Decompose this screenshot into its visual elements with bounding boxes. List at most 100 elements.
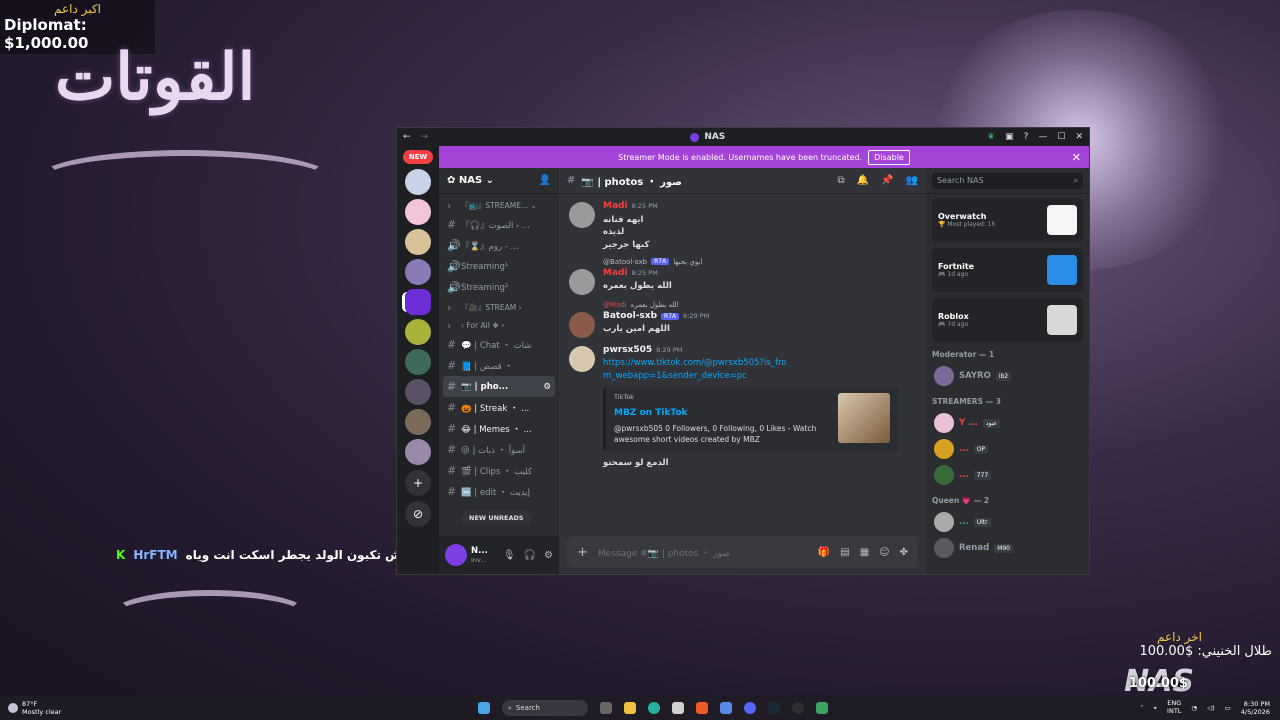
server-icon[interactable] [405, 409, 431, 435]
location-icon[interactable]: ⌖ [1153, 704, 1157, 713]
app-icon-green[interactable] [816, 702, 828, 714]
channel-category[interactable]: › 『🎥』STREAM › [443, 298, 555, 316]
guild-header[interactable]: ✿ NAS ⌄ 👤 [439, 168, 559, 194]
headphones-icon[interactable]: 🎧 [524, 550, 536, 561]
new-unreads-pill[interactable]: NEW UNREADS [461, 511, 532, 525]
maximize-button[interactable]: ☐ [1057, 132, 1065, 142]
member-item[interactable]: ... Ultr [932, 509, 1083, 535]
member-item[interactable]: Renad M90 [932, 535, 1083, 561]
disable-button[interactable]: Disable [868, 149, 910, 165]
avatar[interactable] [569, 345, 595, 372]
channel-item[interactable]: 🔊 Streaming¹ [443, 256, 555, 277]
snip-icon[interactable] [720, 702, 732, 714]
channel-item[interactable]: # 🆒 | edit ・ إيديت [443, 481, 555, 502]
server-icon[interactable] [405, 289, 431, 315]
server-icon[interactable] [405, 169, 431, 195]
taskbar-search[interactable]: ⌕ Search [502, 700, 588, 716]
members-icon[interactable]: 👥 [906, 175, 918, 186]
channel-category[interactable]: › ‹ For All ❖ › [443, 316, 555, 334]
battery-icon[interactable]: ▭ [1225, 704, 1231, 712]
file-explorer-icon[interactable] [624, 702, 636, 714]
activity-card[interactable]: Roblox 🎮 7d ago [932, 298, 1083, 342]
channel-item[interactable]: 🔊 『⌛』روم - ... [443, 235, 555, 256]
member-item[interactable]: Y ... عبود [932, 410, 1083, 436]
gear-icon[interactable]: ⚙ [544, 550, 553, 561]
channel-item[interactable]: 🔊 Streaming² [443, 277, 555, 298]
discord-icon[interactable] [744, 702, 756, 714]
channel-item[interactable]: # 『🎧』الصوت - ... [443, 214, 555, 235]
channel-item[interactable]: # 💬 | Chat ・ شات [443, 334, 555, 355]
server-icon[interactable] [405, 379, 431, 405]
minimize-button[interactable]: — [1038, 132, 1047, 142]
threads-icon[interactable]: ⧉ [838, 175, 845, 186]
server-icon[interactable] [405, 199, 431, 225]
leaf-icon[interactable]: ❦ [988, 132, 996, 142]
sticker-icon[interactable]: ▦ [860, 547, 869, 558]
member-item[interactable]: ... OP [932, 436, 1083, 462]
clock[interactable]: 8:30 PM 4/5/2026 [1241, 700, 1270, 717]
language-indicator[interactable]: ENG INTL [1167, 699, 1181, 716]
channel-item[interactable]: # 😂 | Memes ・ ... [443, 418, 555, 439]
gift-icon[interactable]: 🎁 [818, 547, 830, 558]
brave-icon[interactable] [696, 702, 708, 714]
message-author[interactable]: pwrsx505 [603, 345, 652, 355]
banner-close-icon[interactable]: ✕ [1072, 151, 1081, 164]
plus-icon[interactable]: + [577, 545, 588, 560]
invite-icon[interactable]: 👤 [539, 175, 551, 186]
volume-icon[interactable]: ◁) [1207, 704, 1215, 712]
channel-item[interactable]: # 😜 | أسوأ ・ ذبات [443, 439, 555, 460]
message-input[interactable]: Message #📷 | photos ・ صور [598, 546, 730, 559]
channel-item[interactable]: # 📘 | قصص ・ [443, 355, 555, 376]
message-link[interactable]: https://www.tiktok.com/@pwrsxb505?is_fro… [603, 357, 793, 383]
server-icon[interactable] [405, 229, 431, 255]
inbox-icon[interactable]: ▣ [1005, 132, 1014, 142]
discover-button[interactable]: ⊘ [405, 501, 431, 527]
server-icon[interactable] [405, 259, 431, 285]
search-input[interactable]: Search NAS ⌕ [932, 172, 1083, 189]
reply-preview[interactable]: @Madi الله يطول بعمره [603, 301, 916, 309]
server-icon[interactable] [405, 439, 431, 465]
message-author[interactable]: Batool-sxb [603, 311, 657, 321]
mic-icon[interactable]: 🎙 [503, 550, 516, 561]
close-button[interactable]: ✕ [1075, 132, 1083, 142]
member-item[interactable]: SAYRO ib2 [932, 363, 1083, 389]
help-icon[interactable]: ? [1024, 132, 1029, 142]
channel-item[interactable]: # 📷 | pho... ⚙ [443, 376, 555, 397]
windows-start-icon[interactable] [478, 702, 490, 714]
wifi-icon[interactable]: ◔ [1191, 704, 1197, 712]
obs-icon[interactable] [792, 702, 804, 714]
embed-thumbnail[interactable] [838, 392, 890, 443]
activity-card[interactable]: Fortnite 🎮 1d ago [932, 248, 1083, 292]
store-icon[interactable] [672, 702, 684, 714]
server-icon[interactable] [405, 319, 431, 345]
avatar[interactable] [569, 268, 595, 295]
reply-preview[interactable]: @Batool-sxb R7A ابوي يحبها [603, 258, 916, 266]
add-server-button[interactable]: + [405, 470, 431, 496]
task-view-icon[interactable] [600, 702, 612, 714]
channel-item[interactable]: # 🎃 | Streak ・ ... [443, 397, 555, 418]
embed-title[interactable]: MBZ on TikTok [614, 407, 832, 421]
back-icon[interactable]: ← [403, 132, 411, 142]
apps-icon[interactable]: ✤ [900, 547, 908, 558]
activity-card[interactable]: Overwatch 🏆 Most played: 1h [932, 198, 1083, 242]
channel-item[interactable]: # 🎬 | Clips ・ كليب [443, 460, 555, 481]
emoji-icon[interactable]: ☺ [879, 547, 889, 558]
weather-widget[interactable]: 87°F Mostly clear [0, 700, 200, 716]
avatar[interactable] [445, 544, 467, 566]
gif-icon[interactable]: ▤ [840, 547, 849, 558]
server-icon[interactable] [405, 349, 431, 375]
edge-icon[interactable] [648, 702, 660, 714]
message-author[interactable]: Madi [603, 201, 628, 211]
gear-icon[interactable]: ⚙ [543, 382, 551, 392]
channel-category[interactable]: › 『📺』STREAME... ⌄ [443, 196, 555, 214]
pin-icon[interactable]: 📌 [881, 175, 893, 186]
message-author[interactable]: Madi [603, 268, 628, 278]
avatar[interactable] [569, 311, 595, 338]
steam-icon[interactable] [768, 702, 780, 714]
forward-icon[interactable]: → [421, 132, 429, 142]
chevron-up-icon[interactable]: ˄ [1140, 704, 1143, 712]
new-badge[interactable]: NEW [402, 150, 434, 164]
avatar[interactable] [569, 202, 595, 228]
member-item[interactable]: ... 777 [932, 462, 1083, 488]
bell-icon[interactable]: 🔔 [857, 175, 869, 186]
